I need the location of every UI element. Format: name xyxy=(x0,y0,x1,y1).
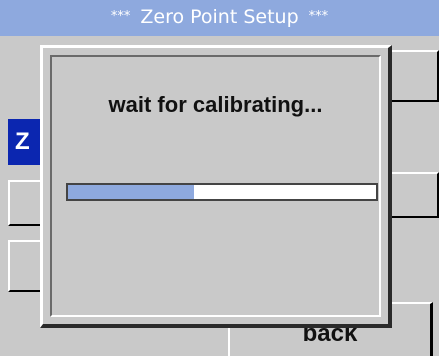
title-stars-right: *** xyxy=(308,9,329,24)
dialog-message: wait for calibrating... xyxy=(108,92,323,117)
calibration-progress-bar xyxy=(66,183,378,201)
calibration-dialog: wait for calibrating... xyxy=(40,45,392,328)
dialog-inner-frame: wait for calibrating... xyxy=(50,55,381,317)
title-bar: *** Zero Point Setup *** xyxy=(0,0,439,36)
progress-fill xyxy=(68,185,195,199)
title-stars-left: *** xyxy=(110,9,131,24)
background-selected-label: Z xyxy=(15,128,30,155)
screen-title: Zero Point Setup xyxy=(140,6,299,28)
